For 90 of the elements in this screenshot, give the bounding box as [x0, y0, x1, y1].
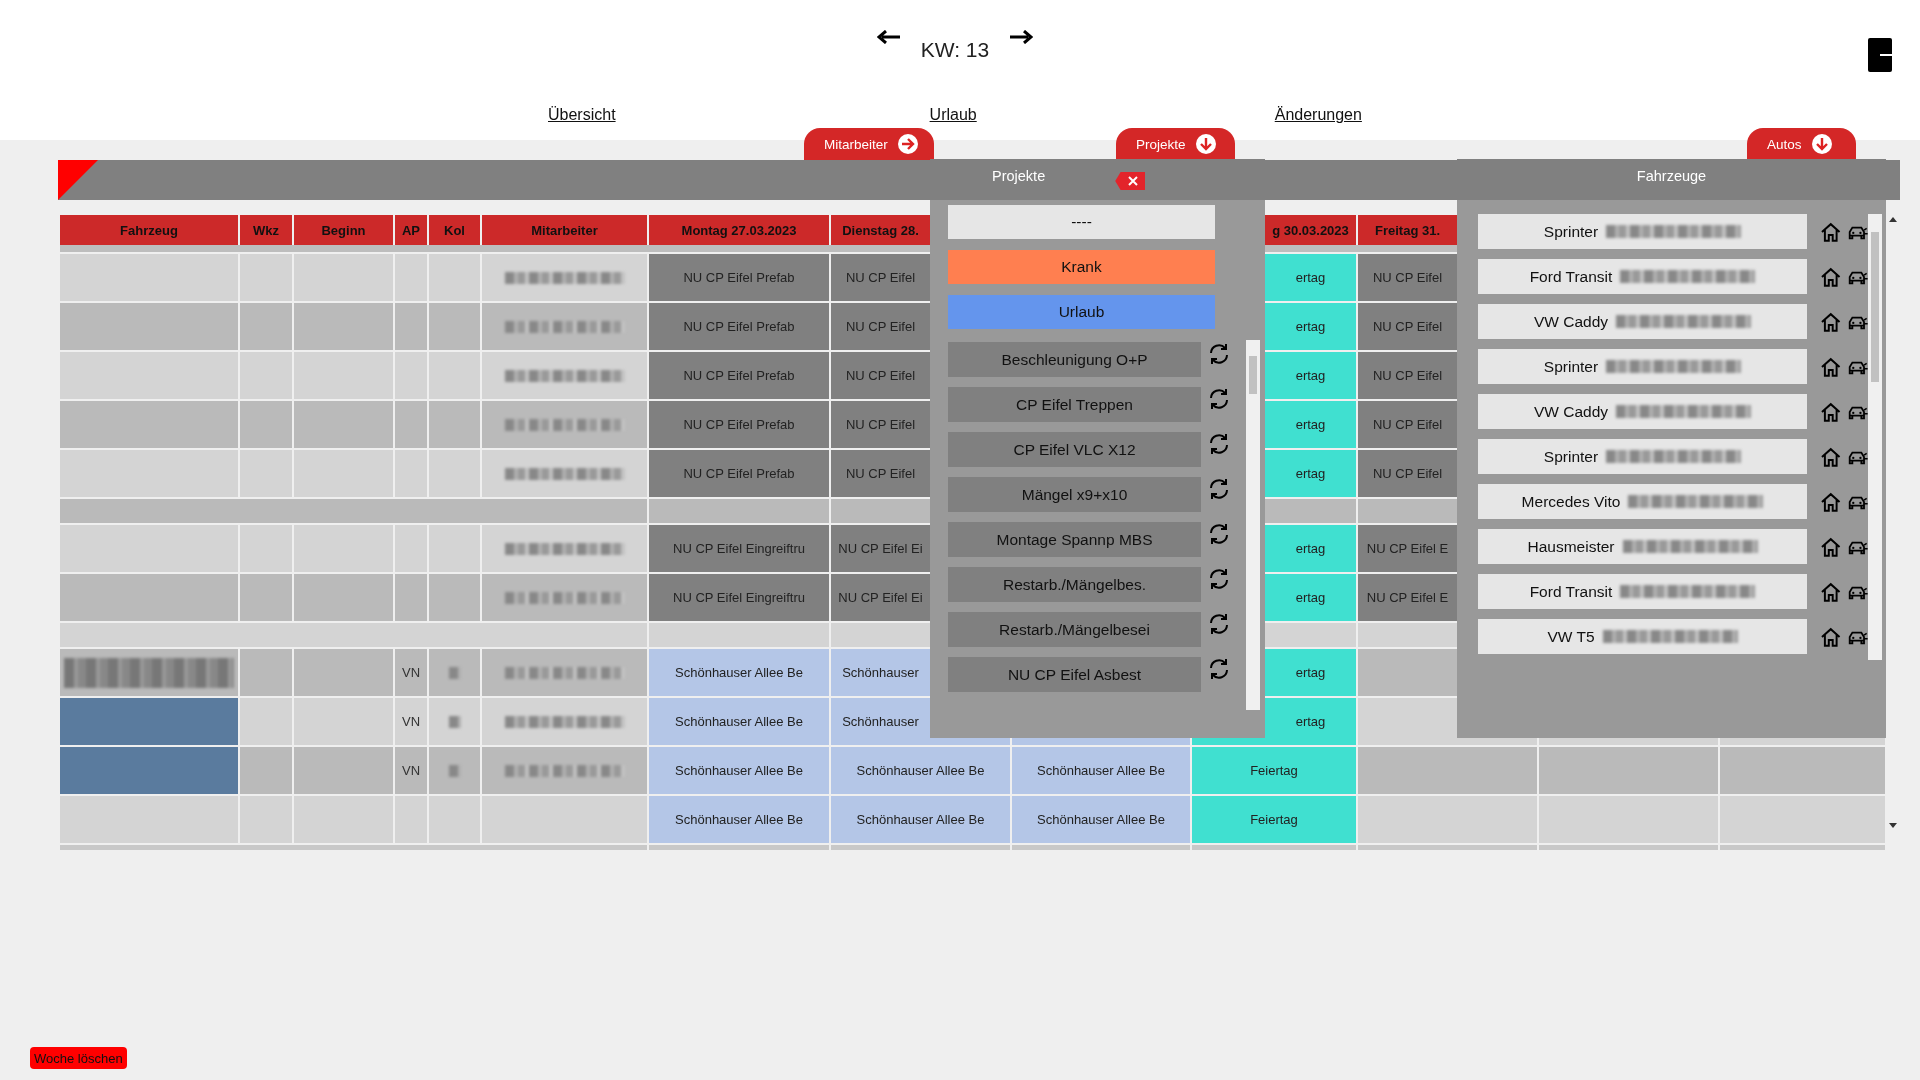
vehicle-item[interactable]: Ford Transit: [1478, 574, 1807, 609]
column-header: Kol: [429, 215, 480, 245]
refresh-icon[interactable]: [1207, 432, 1231, 456]
column-header: Montag 27.03.2023: [649, 215, 829, 245]
table-cell[interactable]: NU CP Eifel Prefab: [649, 450, 829, 497]
vehicle-item[interactable]: Sprinter: [1478, 439, 1807, 474]
vehicle-item[interactable]: Hausmeister: [1478, 529, 1807, 564]
home-icon[interactable]: [1820, 580, 1842, 603]
panel-toggle-button[interactable]: Projekte: [1116, 128, 1235, 160]
home-icon[interactable]: [1820, 265, 1842, 288]
refresh-icon[interactable]: [1207, 387, 1231, 411]
scrollbar[interactable]: [1868, 214, 1882, 660]
panel-toggle-button[interactable]: Mitarbeiter: [804, 128, 934, 160]
vehicle-item[interactable]: VW T5: [1478, 619, 1807, 654]
column-header: AP: [395, 215, 427, 245]
home-icon[interactable]: [1820, 445, 1842, 468]
column-header: Wkz: [240, 215, 292, 245]
panel-title: Fahrzeuge: [1636, 167, 1707, 184]
nav-link[interactable]: Urlaub: [929, 106, 977, 124]
home-icon[interactable]: [1820, 625, 1842, 648]
project-option[interactable]: NU CP Eifel Asbest: [948, 657, 1201, 692]
refresh-icon[interactable]: [1207, 657, 1231, 681]
refresh-icon[interactable]: [1207, 477, 1231, 501]
vehicle-item[interactable]: Sprinter: [1478, 349, 1807, 384]
vehicle-name: Sprinter: [1543, 222, 1599, 241]
table-cell[interactable]: Schönhauser Allee Be: [831, 796, 1010, 843]
home-icon[interactable]: [1820, 535, 1842, 558]
close-icon: [1128, 176, 1139, 186]
table-cell: VN: [395, 698, 427, 745]
table-cell: VN: [395, 649, 427, 696]
home-icon[interactable]: [1820, 310, 1842, 333]
scroll-up-icon[interactable]: [1889, 217, 1897, 222]
scroll-down-icon[interactable]: [1889, 823, 1897, 828]
home-icon[interactable]: [1820, 490, 1842, 513]
project-option[interactable]: Krank: [948, 250, 1215, 284]
table-cell[interactable]: Schönhauser Allee Be: [649, 649, 829, 696]
table-cell[interactable]: NU CP Eifel Prefab: [649, 303, 829, 350]
vehicle-item[interactable]: Sprinter: [1478, 214, 1807, 249]
table-cell: VN: [395, 747, 427, 794]
vehicle-item[interactable]: Ford Transit: [1478, 259, 1807, 294]
table-cell[interactable]: Feiertag: [1192, 796, 1356, 843]
table-cell[interactable]: Feiertag: [1192, 747, 1356, 794]
column-header: Mitarbeiter: [482, 215, 647, 245]
table-cell[interactable]: Schönhauser Allee Be: [649, 698, 829, 745]
table-cell[interactable]: Schönhauser Allee Be: [649, 796, 829, 843]
project-option[interactable]: Urlaub: [948, 295, 1215, 329]
refresh-icon[interactable]: [1207, 567, 1231, 591]
popup-title: Projekte: [992, 167, 1046, 184]
project-option[interactable]: Mängel x9+x10: [948, 477, 1201, 512]
table-cell[interactable]: Schönhauser Allee Be: [649, 747, 829, 794]
project-option[interactable]: Beschleunigung O+P: [948, 342, 1201, 377]
column-header: Fahrzeug: [60, 215, 238, 245]
column-header: Beginn: [294, 215, 393, 245]
table-cell[interactable]: Schönhauser Allee Be: [831, 747, 1010, 794]
table-cell[interactable]: NU CP Eifel Eingreiftru: [649, 574, 829, 621]
vehicle-name: Sprinter: [1543, 447, 1599, 466]
corner-triangle-icon: [58, 160, 98, 200]
refresh-icon[interactable]: [1207, 522, 1231, 546]
refresh-icon[interactable]: [1207, 342, 1231, 366]
table-cell[interactable]: NU CP Eifel Prefab: [649, 401, 829, 448]
project-option[interactable]: Restarb./Mängelbes.: [948, 567, 1201, 602]
table-cell[interactable]: NU CP Eifel Prefab: [649, 254, 829, 301]
home-icon[interactable]: [1820, 355, 1842, 378]
vehicle-name: VW T5: [1547, 627, 1595, 646]
vehicle-name: Sprinter: [1543, 357, 1599, 376]
project-option[interactable]: ----: [948, 205, 1215, 239]
left-arrow-icon[interactable]: [876, 30, 901, 44]
vehicle-item[interactable]: Mercedes Vito: [1478, 484, 1807, 519]
table-cell[interactable]: Schönhauser Allee Be: [1012, 796, 1190, 843]
week-label: KW: 13: [920, 37, 990, 62]
scrollbar[interactable]: [1246, 340, 1260, 710]
project-option[interactable]: Montage Spannp MBS: [948, 522, 1201, 557]
right-arrow-icon[interactable]: [1009, 30, 1034, 44]
table-cell[interactable]: NU CP Eifel Prefab: [649, 352, 829, 399]
vehicle-item[interactable]: VW Caddy: [1478, 394, 1807, 429]
close-button[interactable]: [1115, 172, 1146, 190]
home-icon[interactable]: [1820, 220, 1842, 243]
table-cell[interactable]: Schönhauser Allee Be: [1012, 747, 1190, 794]
delete-week-button[interactable]: Woche löschen: [30, 1047, 127, 1069]
project-option[interactable]: CP Eifel Treppen: [948, 387, 1201, 422]
panel-toggle-button[interactable]: Autos: [1747, 128, 1856, 160]
project-option[interactable]: CP Eifel VLC X12: [948, 432, 1201, 467]
right-arrow-icon: [897, 134, 918, 154]
refresh-icon[interactable]: [1207, 612, 1231, 636]
table-cell[interactable]: NU CP Eifel Eingreiftru: [649, 525, 829, 572]
project-option[interactable]: Restarb./Mängelbesei: [948, 612, 1201, 647]
vehicle-item[interactable]: VW Caddy: [1478, 304, 1807, 339]
nav-link[interactable]: Übersicht: [548, 106, 616, 124]
home-icon[interactable]: [1820, 400, 1842, 423]
nav-link[interactable]: Änderungen: [1274, 106, 1362, 124]
